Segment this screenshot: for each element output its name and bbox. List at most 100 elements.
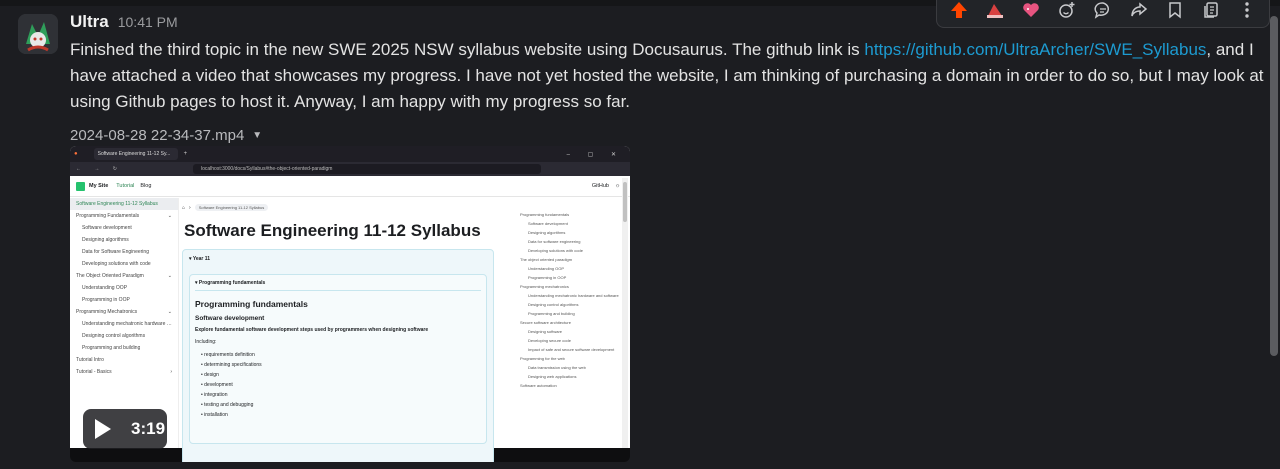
site-navbar: My Site Tutorial Blog GitHub ☼ xyxy=(70,176,630,197)
including-text: Including: xyxy=(195,339,217,345)
bullet-item: • design xyxy=(201,372,219,378)
sidebar-item: Understanding mechatronic hardware and s… xyxy=(70,318,178,330)
sidebar-item-label: The Object Oriented Paradigm xyxy=(76,273,144,279)
toc-item: Designing software xyxy=(528,329,563,334)
doc-content: ⌂ › Software Engineering 11-12 Syllabus … xyxy=(182,204,512,462)
toc-item: Programming for the web xyxy=(520,356,565,361)
video-player[interactable]: ● Software Engineering 11-12 Sy... + – ▢… xyxy=(70,146,630,462)
browser-toolbar: ← → ↻ localhost:3000/docs/Syllabus#the-o… xyxy=(70,162,630,176)
share-icon[interactable] xyxy=(1125,0,1153,24)
sidebar-item: Programming and building xyxy=(70,342,178,354)
video-duration: 3:19 xyxy=(131,419,166,438)
year-label: Year 11 xyxy=(192,256,211,262)
crumb-separator-icon: › xyxy=(189,204,191,211)
copy-icon[interactable] xyxy=(1197,0,1225,24)
site-logo-icon xyxy=(76,181,85,191)
message-body: Finished the third topic in the new SWE … xyxy=(70,37,1270,115)
browser-tab-bar: ● Software Engineering 11-12 Sy... + – ▢… xyxy=(70,146,630,162)
toc-item: Understanding OOP xyxy=(528,266,565,271)
home-icon: ⌂ xyxy=(182,204,186,211)
browser-tab-label: Software Engineering 11-12 Sy... xyxy=(97,151,171,157)
add-reaction-icon[interactable] xyxy=(1053,0,1081,24)
reply-icon[interactable] xyxy=(1089,0,1117,24)
browser-icon: ● xyxy=(74,151,78,157)
bullet-item: • installation xyxy=(201,412,228,418)
sidebar-item-label: Programming and building xyxy=(82,345,141,351)
sidebar-chevron-icon: ⌄ xyxy=(167,273,172,279)
toc-item: Developing solutions with code xyxy=(528,248,583,253)
toc-item: Programming mechatronics xyxy=(520,284,569,289)
toc-item: Programming and building xyxy=(528,311,575,316)
crumb-current: Software Engineering 11-12 Syllabus xyxy=(194,204,269,211)
toc-item: Software automation xyxy=(520,383,557,388)
github-link[interactable]: https://github.com/UltraArcher/SWE_Sylla… xyxy=(864,40,1206,59)
toc-item: Designing control algorithms xyxy=(528,302,579,307)
sidebar-item-label: Designing algorithms xyxy=(82,237,129,243)
scrollbar[interactable] xyxy=(1270,16,1278,356)
attachment-name[interactable]: 2024-08-28 22-34-37.mp4 xyxy=(70,127,244,144)
topic-summary-label: Programming fundamentals xyxy=(198,280,266,286)
bookmark-icon[interactable] xyxy=(1161,0,1189,24)
bullet-item: • integration xyxy=(201,392,228,398)
heart-icon[interactable] xyxy=(1017,0,1045,24)
upvote-icon[interactable] xyxy=(945,0,973,24)
toc-item: Software development xyxy=(528,221,568,226)
toc-item: The object oriented paradigm xyxy=(520,257,573,262)
sidebar-item-label: Software Engineering 11-12 Syllabus xyxy=(76,201,158,207)
sidebar-item: Software Engineering 11-12 Syllabus xyxy=(70,198,178,210)
toc-item: Programming in OOP xyxy=(528,275,567,280)
toc-item: Programming fundamentals xyxy=(520,212,570,217)
sidebar-item: Programming Fundamentals ⌄ xyxy=(70,210,178,222)
bullet-item: • requirements definition xyxy=(201,352,255,358)
year-summary: ▾ Year 11 xyxy=(189,256,487,262)
nav-github: GitHub xyxy=(591,183,609,189)
site-title: My Site xyxy=(89,183,109,189)
sidebar-item-label: Understanding OOP xyxy=(82,285,128,291)
attachment-header[interactable]: 2024-08-28 22-34-37.mp4 ▼ xyxy=(70,127,1270,144)
url-text: localhost:3000/docs/Syllabus#the-object-… xyxy=(200,166,333,172)
window-controls-icon: – ▢ ✕ xyxy=(566,151,624,158)
toc-item: Understanding mechatronic hardware and s… xyxy=(528,293,619,298)
toc-item: Developing secure code xyxy=(528,338,571,343)
toc-item: Designing algorithms xyxy=(528,230,566,235)
play-icon[interactable] xyxy=(95,419,111,439)
theme-toggle-icon: ☼ xyxy=(614,183,620,189)
sidebar-item: Tutorial - Basics › xyxy=(70,366,178,378)
toc-item: Impact of safe and secure software devel… xyxy=(528,347,615,352)
nav-arrows-icon: ← → ↻ xyxy=(76,166,123,172)
sidebar-item-label: Designing control algorithms xyxy=(82,333,146,339)
sidebar-item-label: Tutorial Intro xyxy=(76,357,104,363)
topic-details: ▾ Programming fundamentals Programming f… xyxy=(189,274,487,444)
hat-icon[interactable] xyxy=(981,0,1009,24)
year-details: ▾ Year 11 ▾ Programming fundamentals Pro… xyxy=(182,249,494,462)
timestamp[interactable]: 10:41 PM xyxy=(118,14,178,30)
sidebar-item-label: Programming Fundamentals xyxy=(76,213,140,219)
video-frame: ● Software Engineering 11-12 Sy... + – ▢… xyxy=(70,146,630,462)
sidebar-item-label: Developing solutions with code xyxy=(82,261,151,267)
page-scroll-thumb xyxy=(623,182,627,222)
toc-item: Data for software engineering xyxy=(528,239,581,244)
toc-item: Secure software architecture xyxy=(520,320,571,325)
more-icon[interactable] xyxy=(1233,0,1261,24)
sidebar-chevron-icon: ⌄ xyxy=(167,309,172,315)
toc-item: Data transmission using the web xyxy=(528,365,586,370)
bullet-item: • determining specifications xyxy=(201,362,262,368)
browser-tab: Software Engineering 11-12 Sy... xyxy=(93,148,178,160)
browser-url: localhost:3000/docs/Syllabus#the-object-… xyxy=(192,164,541,174)
sidebar-item: Programming in OOP xyxy=(70,294,178,306)
avatar[interactable] xyxy=(18,14,58,54)
doc-title: Software Engineering 11-12 Syllabus xyxy=(184,221,481,240)
video-play-control[interactable]: 3:19 xyxy=(83,409,167,449)
sidebar-item: Designing algorithms xyxy=(70,234,178,246)
page-scrollbar xyxy=(622,178,628,448)
sidebar-item: Developing solutions with code xyxy=(70,258,178,270)
sidebar-item: Data for Software Engineering xyxy=(70,246,178,258)
toc-item: Designing web applications xyxy=(528,374,577,379)
chevron-down-icon[interactable]: ▼ xyxy=(252,130,262,141)
message-actions-toolbar xyxy=(936,0,1270,28)
sidebar-item-label: Programming Mechatronics xyxy=(76,309,138,315)
nav-blog: Blog xyxy=(140,183,152,189)
sidebar-chevron-icon: ⌄ xyxy=(167,213,172,219)
subtopic-heading: Software development xyxy=(195,315,265,322)
author-name[interactable]: Ultra xyxy=(70,12,109,32)
